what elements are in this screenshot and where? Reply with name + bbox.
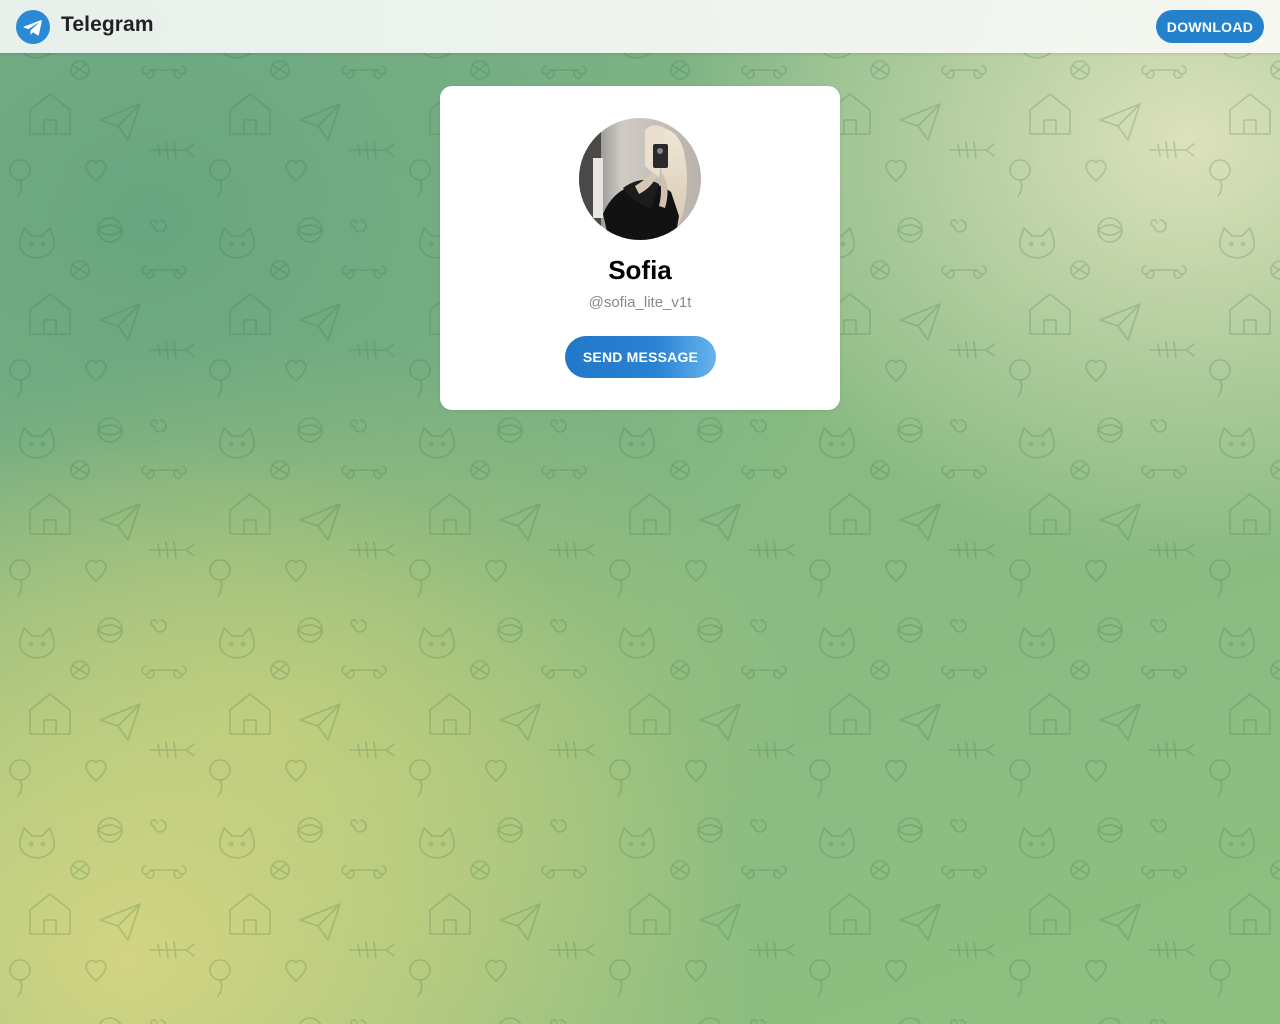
- telegram-profile-page: Telegram DOWNLOAD Sofia @sofia_lite_v1t …: [0, 0, 1280, 1024]
- app-name-logo-text[interactable]: Telegram: [61, 13, 154, 37]
- profile-username: @sofia_lite_v1t: [588, 294, 692, 311]
- download-button[interactable]: DOWNLOAD: [1156, 10, 1264, 43]
- send-message-button[interactable]: SEND MESSAGE: [565, 336, 716, 378]
- profile-name: Sofia: [608, 255, 672, 285]
- top-header-bar: Telegram DOWNLOAD: [0, 0, 1280, 53]
- telegram-logo-icon[interactable]: [16, 10, 50, 44]
- profile-avatar: [579, 118, 701, 240]
- profile-card: Sofia @sofia_lite_v1t SEND MESSAGE: [440, 86, 840, 410]
